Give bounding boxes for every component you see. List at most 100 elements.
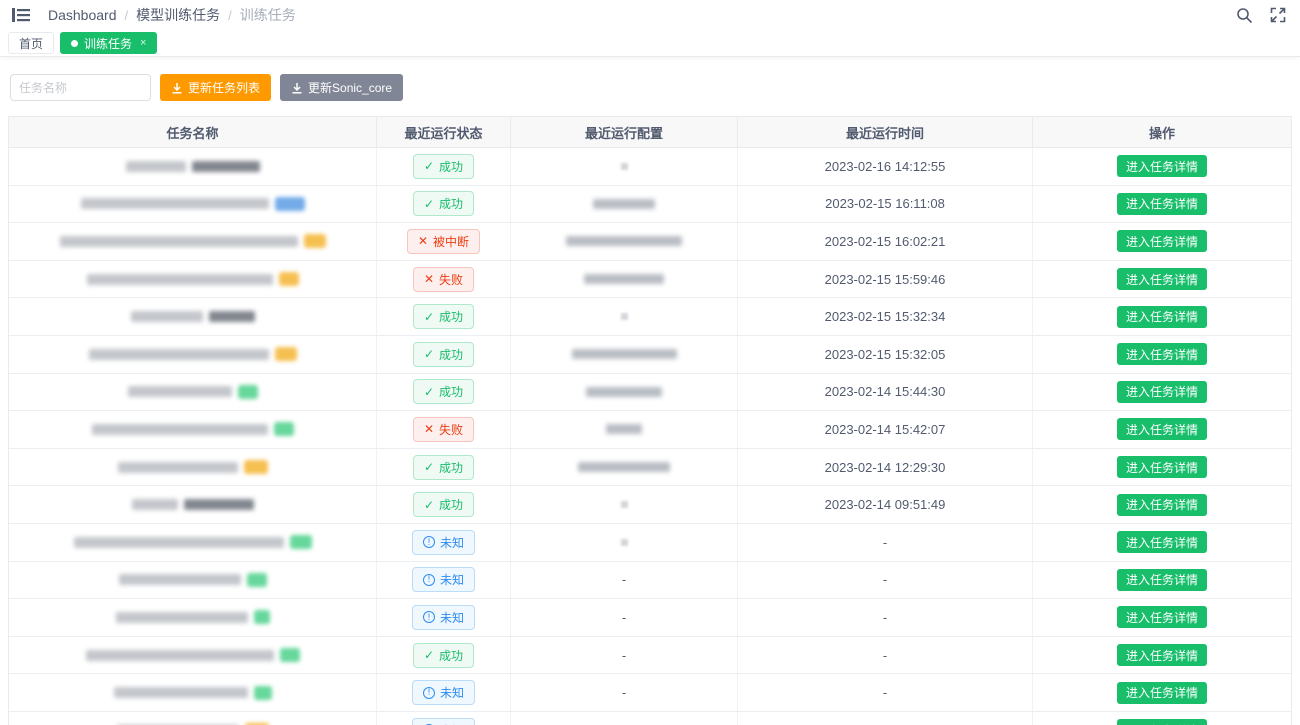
action-cell: 进入任务详情 [1033,298,1291,335]
status-label: 成功 [439,459,463,476]
task-tag-yellow [275,347,297,361]
action-cell: 进入任务详情 [1033,411,1291,448]
sidebar-collapse-icon[interactable] [12,6,32,24]
table-row: ✓成功2023-02-16 14:12:55进入任务详情 [9,148,1291,186]
status-cell: ! 未知 [377,599,511,636]
enter-task-detail-button[interactable]: 进入任务详情 [1117,418,1207,440]
redacted-config-dot [621,501,628,508]
config-cell [511,223,738,260]
table-row: ✓成功2023-02-15 15:32:05进入任务详情 [9,336,1291,374]
table-row: ✓成功 -- 进入任务详情 [9,637,1291,675]
action-cell: 进入任务详情 [1033,712,1291,725]
status-label: 成功 [439,158,463,175]
enter-task-detail-button[interactable]: 进入任务详情 [1117,456,1207,478]
status-badge-unknown: !未知 [412,680,475,705]
tab-close-icon[interactable]: × [140,38,146,49]
redacted-task-name [60,236,298,247]
table-body: ✓成功2023-02-16 14:12:55进入任务详情✓成功2023-02-1… [9,148,1291,725]
redacted-task-name [132,499,178,510]
info-circle-icon: ! [423,611,435,623]
task-tag-green [238,385,258,399]
task-tag-yellow [244,460,268,474]
task-name-cell [9,637,377,674]
config-cell: - [511,637,738,674]
task-tag-blue [275,197,305,211]
active-tab-dot-icon [71,40,78,47]
status-cell: ✓成功 [377,298,511,335]
status-cell: ✓成功 [377,637,511,674]
enter-task-detail-button[interactable]: 进入任务详情 [1117,644,1207,666]
enter-task-detail-button[interactable]: 进入任务详情 [1117,531,1207,553]
status-cell: !未知 [377,674,511,711]
fullscreen-icon[interactable] [1268,5,1288,25]
redacted-task-name [119,574,241,585]
redacted-task-name [184,499,254,510]
task-name-search-input[interactable] [10,74,151,101]
cross-icon: ✕ [424,273,434,285]
task-name-cell [9,562,377,599]
redacted-task-name [87,274,273,285]
redacted-task-name [118,462,238,473]
last-run-time-cell: - [738,562,1033,599]
status-cell: ✓成功 [377,486,511,523]
tab-home[interactable]: 首页 [8,32,54,54]
table-row: ✓成功2023-02-14 12:29:30进入任务详情 [9,449,1291,487]
enter-task-detail-button[interactable]: 进入任务详情 [1117,381,1207,403]
breadcrumb-item-model-training[interactable]: 模型训练任务 [136,5,220,25]
breadcrumb-item-dashboard[interactable]: Dashboard [48,7,117,23]
enter-task-detail-button[interactable]: 进入任务详情 [1117,268,1207,290]
task-name-cell [9,449,377,486]
task-tag-yellow [304,234,326,248]
last-run-time-cell: 2023-02-14 15:44:30 [738,374,1033,411]
check-icon: ✓ [424,348,434,360]
task-name-cell [9,599,377,636]
status-badge-success: ✓成功 [413,379,474,404]
task-name-cell [9,524,377,561]
task-name-cell [9,298,377,335]
enter-task-detail-button[interactable]: 进入任务详情 [1117,719,1207,725]
enter-task-detail-button[interactable]: 进入任务详情 [1117,343,1207,365]
enter-task-detail-button[interactable]: 进入任务详情 [1117,569,1207,591]
cross-icon: ✕ [418,235,428,247]
redacted-task-name [126,161,186,172]
redacted-config [586,387,662,397]
column-header-last-run-config: 最近运行配置 [511,117,738,147]
last-run-time-cell: - [738,637,1033,674]
redacted-task-name [209,311,255,322]
last-run-time-cell: 2023-02-15 15:32:05 [738,336,1033,373]
enter-task-detail-button[interactable]: 进入任务详情 [1117,193,1207,215]
task-name-cell [9,411,377,448]
enter-task-detail-button[interactable]: 进入任务详情 [1117,682,1207,704]
enter-task-detail-button[interactable]: 进入任务详情 [1117,230,1207,252]
redacted-config [566,236,682,246]
tab-training-tasks-label: 训练任务 [84,35,132,52]
column-header-actions: 操作 [1033,117,1291,147]
status-cell: ✓成功 [377,148,511,185]
enter-task-detail-button[interactable]: 进入任务详情 [1117,306,1207,328]
status-badge-success: ✓成功 [413,154,474,179]
table-row: ✓成功2023-02-14 09:51:49进入任务详情 [9,486,1291,524]
status-badge-unknown: ! 未知 [412,605,475,630]
redacted-task-name [81,198,269,209]
redacted-task-name [92,424,268,435]
update-task-list-button[interactable]: 更新任务列表 [160,74,271,101]
tab-training-tasks[interactable]: 训练任务 × [60,32,157,54]
enter-task-detail-button[interactable]: 进入任务详情 [1117,155,1207,177]
task-name-cell [9,486,377,523]
config-cell [511,374,738,411]
task-name-cell [9,674,377,711]
enter-task-detail-button[interactable]: 进入任务详情 [1117,494,1207,516]
last-run-time-cell: - [738,599,1033,636]
task-name-cell [9,148,377,185]
update-sonic-core-button[interactable]: 更新Sonic_core [280,74,403,101]
search-icon[interactable] [1234,5,1254,25]
config-cell [511,298,738,335]
status-badge-unknown: !未知 [412,567,475,592]
enter-task-detail-button[interactable]: 进入任务详情 [1117,606,1207,628]
status-cell: ✓成功 [377,449,511,486]
status-label: 未知 [440,609,464,626]
status-badge-success: ✓成功 [413,643,474,668]
toolbar: 更新任务列表 更新Sonic_core [10,74,1290,101]
column-header-task-name: 任务名称 [9,117,377,147]
config-cell [511,186,738,223]
